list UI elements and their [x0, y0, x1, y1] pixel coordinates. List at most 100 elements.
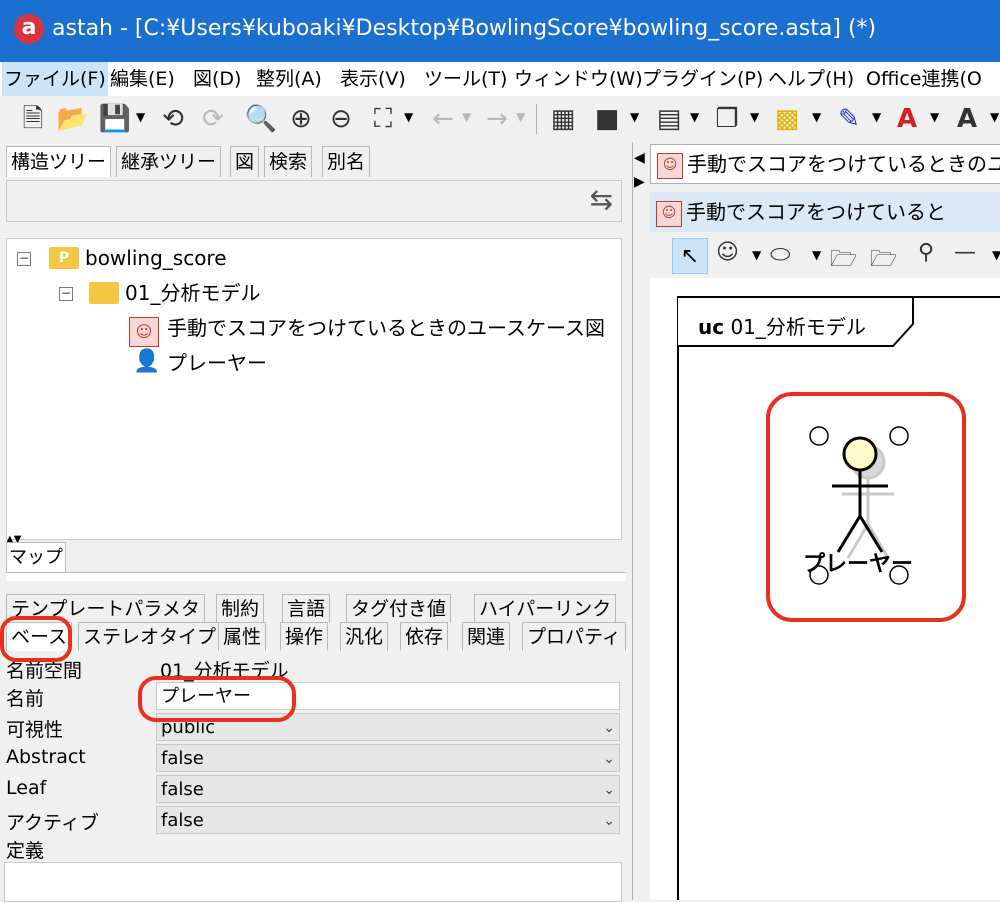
tree-node-root[interactable]: bowling_score: [85, 243, 227, 273]
subsystem-tool-icon[interactable]: 🗁: [870, 242, 897, 280]
tab-properties[interactable]: プロパティ: [522, 622, 626, 651]
usecase-dropdown-icon[interactable]: ▼: [812, 248, 821, 262]
tree-filter-bar: ⇆: [6, 180, 622, 222]
fill-color-dropdown-icon[interactable]: ▼: [812, 110, 821, 124]
font-color-dropdown-icon[interactable]: ▼: [930, 110, 939, 124]
align-left-dropdown-icon[interactable]: ▼: [690, 110, 699, 124]
select-pointer-icon[interactable]: ↖: [672, 238, 708, 274]
align-top-icon[interactable]: ■: [590, 102, 624, 136]
forward-arrow-icon[interactable]: →: [480, 102, 514, 136]
fit-dropdown-icon[interactable]: ▼: [404, 110, 413, 124]
project-icon: P: [49, 247, 79, 269]
window-title: astah - [C:¥Users¥kuboaki¥Desktop¥Bowlin…: [52, 16, 877, 41]
collapse-icon[interactable]: −: [59, 287, 73, 301]
zoom-out-icon[interactable]: ⊖: [324, 102, 358, 136]
line-color-dropdown-icon[interactable]: ▼: [872, 110, 881, 124]
diagram-toolbar: ↖ ☺ ▼ ⬭ ▼ 🗁 🗁 ⚲ — ▼: [664, 236, 1000, 276]
chevron-down-icon[interactable]: ⌄: [603, 776, 615, 804]
menu-office[interactable]: Office連携(O: [864, 62, 984, 96]
tab-search[interactable]: 検索: [264, 146, 313, 177]
order-dropdown-icon[interactable]: ▼: [750, 110, 759, 124]
active-select[interactable]: false ⌄: [156, 806, 620, 834]
tab-structure-tree[interactable]: 構造ツリー: [6, 146, 112, 177]
align-top-dropdown-icon[interactable]: ▼: [630, 110, 639, 124]
tab-inheritance-tree[interactable]: 継承ツリー: [116, 146, 222, 177]
menu-help[interactable]: ヘルプ(H): [766, 62, 856, 96]
tab-generalization[interactable]: 汎化: [340, 622, 389, 651]
leaf-value: false: [161, 779, 204, 800]
tree-node-diagram[interactable]: 手動でスコアをつけているときのユースケース図: [167, 313, 605, 343]
title-bar: a astah - [C:¥Users¥kuboaki¥Desktop¥Bowl…: [0, 0, 1000, 62]
zoom-in-icon[interactable]: ⊕: [284, 102, 318, 136]
collapse-left-arrow-icon[interactable]: ◀: [634, 150, 645, 166]
usecase-diagram-icon: ☺: [656, 200, 682, 227]
tab-language[interactable]: 言語: [282, 594, 331, 623]
sync-arrows-icon[interactable]: ⇆: [590, 183, 613, 216]
tab-diagrams[interactable]: 図: [230, 146, 260, 177]
menu-file[interactable]: ファイル(F): [2, 62, 108, 96]
save-dropdown-icon[interactable]: ▼: [136, 110, 145, 124]
menu-window[interactable]: ウィンドウ(W): [512, 62, 645, 96]
diagram-tab[interactable]: ☺ 手動でスコアをつけているときのユ: [650, 144, 1000, 184]
menu-edit[interactable]: 編集(E): [108, 62, 177, 96]
font-color-icon[interactable]: A: [890, 102, 924, 136]
tree-node-package[interactable]: 01_分析モデル: [125, 278, 260, 308]
highlight-name-field: [138, 676, 296, 722]
save-icon[interactable]: 💾: [98, 102, 132, 136]
leaf-select[interactable]: false ⌄: [156, 775, 620, 803]
fill-color-icon[interactable]: ▩: [770, 102, 804, 136]
align-left-icon[interactable]: ▤: [652, 102, 686, 136]
leaf-label: Leaf: [6, 777, 47, 799]
collapse-icon[interactable]: −: [17, 252, 31, 266]
tab-operations[interactable]: 操作: [280, 622, 329, 651]
package-folder-icon: [89, 282, 119, 304]
highlight-actor: [766, 392, 966, 622]
menu-diagram[interactable]: 図(D): [191, 62, 243, 96]
abstract-label: Abstract: [6, 746, 86, 768]
order-icon[interactable]: ❐: [710, 102, 744, 136]
usecase-tool-icon[interactable]: ⬭: [770, 240, 791, 268]
layout-icon[interactable]: ▦: [546, 102, 580, 136]
package-tool-icon[interactable]: 🗁: [830, 242, 857, 280]
back-arrow-icon[interactable]: ←: [426, 102, 460, 136]
font-size-dropdown-icon[interactable]: ▼: [990, 110, 999, 124]
menu-tools[interactable]: ツール(T): [422, 62, 509, 96]
tab-association[interactable]: 関連: [462, 622, 511, 651]
tab-map[interactable]: マップ: [6, 542, 66, 573]
back-dropdown-icon[interactable]: ▼: [462, 110, 471, 124]
usecase-diagram-icon: ☺: [129, 317, 159, 347]
interface-tool-icon[interactable]: ⚲: [918, 240, 934, 265]
chevron-down-icon[interactable]: ⌄: [603, 714, 615, 742]
menu-view[interactable]: 表示(V): [338, 62, 408, 96]
tree-node-actor[interactable]: プレーヤー: [167, 348, 267, 378]
open-folder-icon[interactable]: 📂: [56, 102, 90, 136]
forward-dropdown-icon[interactable]: ▼: [516, 110, 525, 124]
chevron-down-icon[interactable]: ⌄: [603, 807, 615, 835]
tab-alias[interactable]: 別名: [322, 146, 371, 177]
definition-textarea[interactable]: [4, 862, 622, 902]
tab-constraints[interactable]: 制約: [216, 594, 265, 623]
redo-icon[interactable]: ⟳: [196, 102, 230, 136]
association-dropdown-icon[interactable]: ▼: [992, 248, 1000, 262]
chevron-down-icon[interactable]: ⌄: [603, 745, 615, 773]
actor-tool-icon[interactable]: ☺: [716, 240, 739, 265]
actor-icon: 👤: [133, 349, 161, 374]
zoom-fit-icon[interactable]: 🔍: [244, 102, 278, 136]
line-color-icon[interactable]: ✎: [832, 102, 866, 136]
tab-hyperlinks[interactable]: ハイパーリンク: [474, 594, 617, 623]
tab-dependency[interactable]: 依存: [400, 622, 449, 651]
menu-plugin[interactable]: プラグイン(P): [640, 62, 765, 96]
structure-tree: − P bowling_score − 01_分析モデル ☺ 手動でスコアをつけ…: [6, 238, 622, 540]
tab-stereotype[interactable]: ステレオタイプ: [78, 622, 222, 651]
tab-tagged-values[interactable]: タグ付き値: [346, 594, 452, 623]
actor-dropdown-icon[interactable]: ▼: [752, 248, 761, 262]
abstract-select[interactable]: false ⌄: [156, 744, 620, 772]
undo-icon[interactable]: ⟲: [156, 102, 190, 136]
tab-attributes[interactable]: 属性: [218, 622, 267, 651]
expand-right-arrow-icon[interactable]: ▶: [634, 174, 645, 190]
fit-window-icon[interactable]: ⛶: [366, 102, 400, 136]
menu-align[interactable]: 整列(A): [254, 62, 324, 96]
font-size-icon[interactable]: A: [950, 102, 984, 136]
association-tool-icon[interactable]: —: [954, 240, 976, 265]
new-file-icon[interactable]: 🗎: [16, 102, 50, 136]
